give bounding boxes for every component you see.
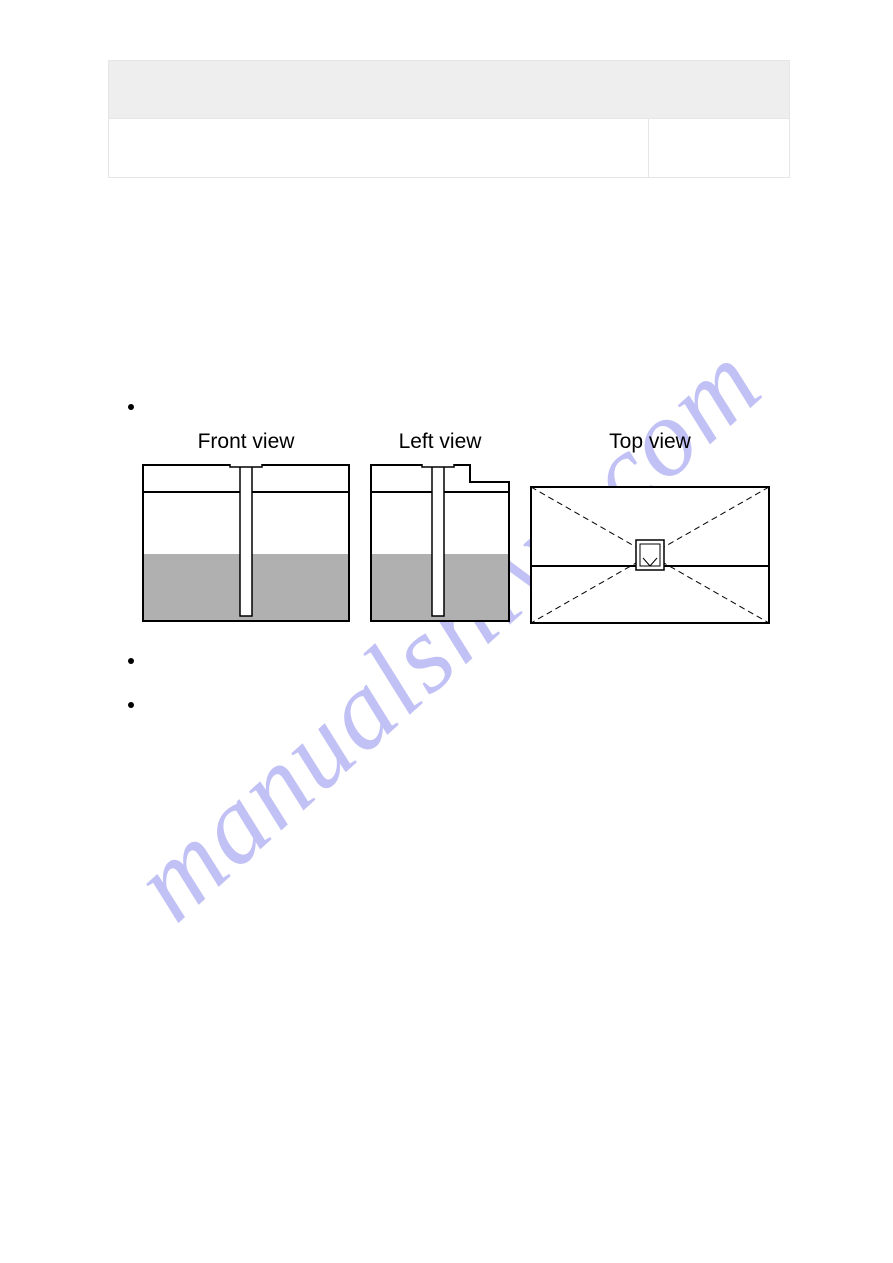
left-view-svg [370, 464, 510, 622]
left-view-label: Left view [399, 430, 482, 454]
bullet-item [128, 398, 813, 410]
front-view-svg [142, 464, 350, 622]
content-table [108, 60, 790, 178]
bullet-item [128, 696, 813, 708]
table-row [109, 119, 789, 177]
page-content: Front view Left view [0, 0, 893, 708]
bullet-dot-icon [128, 658, 134, 664]
diagram-top-view: Top view [530, 430, 770, 624]
front-view-label: Front view [198, 430, 295, 454]
bullet-dot-icon [128, 404, 134, 410]
table-header-row [109, 61, 789, 119]
bullet-item [128, 652, 813, 664]
top-view-label: Top view [609, 430, 691, 454]
bullet-dot-icon [128, 702, 134, 708]
top-view-svg [530, 486, 770, 624]
table-cell-right [649, 119, 789, 177]
diagram-row: Front view Left view [142, 430, 813, 624]
diagram-left-view: Left view [370, 430, 510, 622]
table-cell-left [109, 119, 649, 177]
diagram-front-view: Front view [142, 430, 350, 622]
bullet-list: Front view Left view [128, 398, 813, 708]
